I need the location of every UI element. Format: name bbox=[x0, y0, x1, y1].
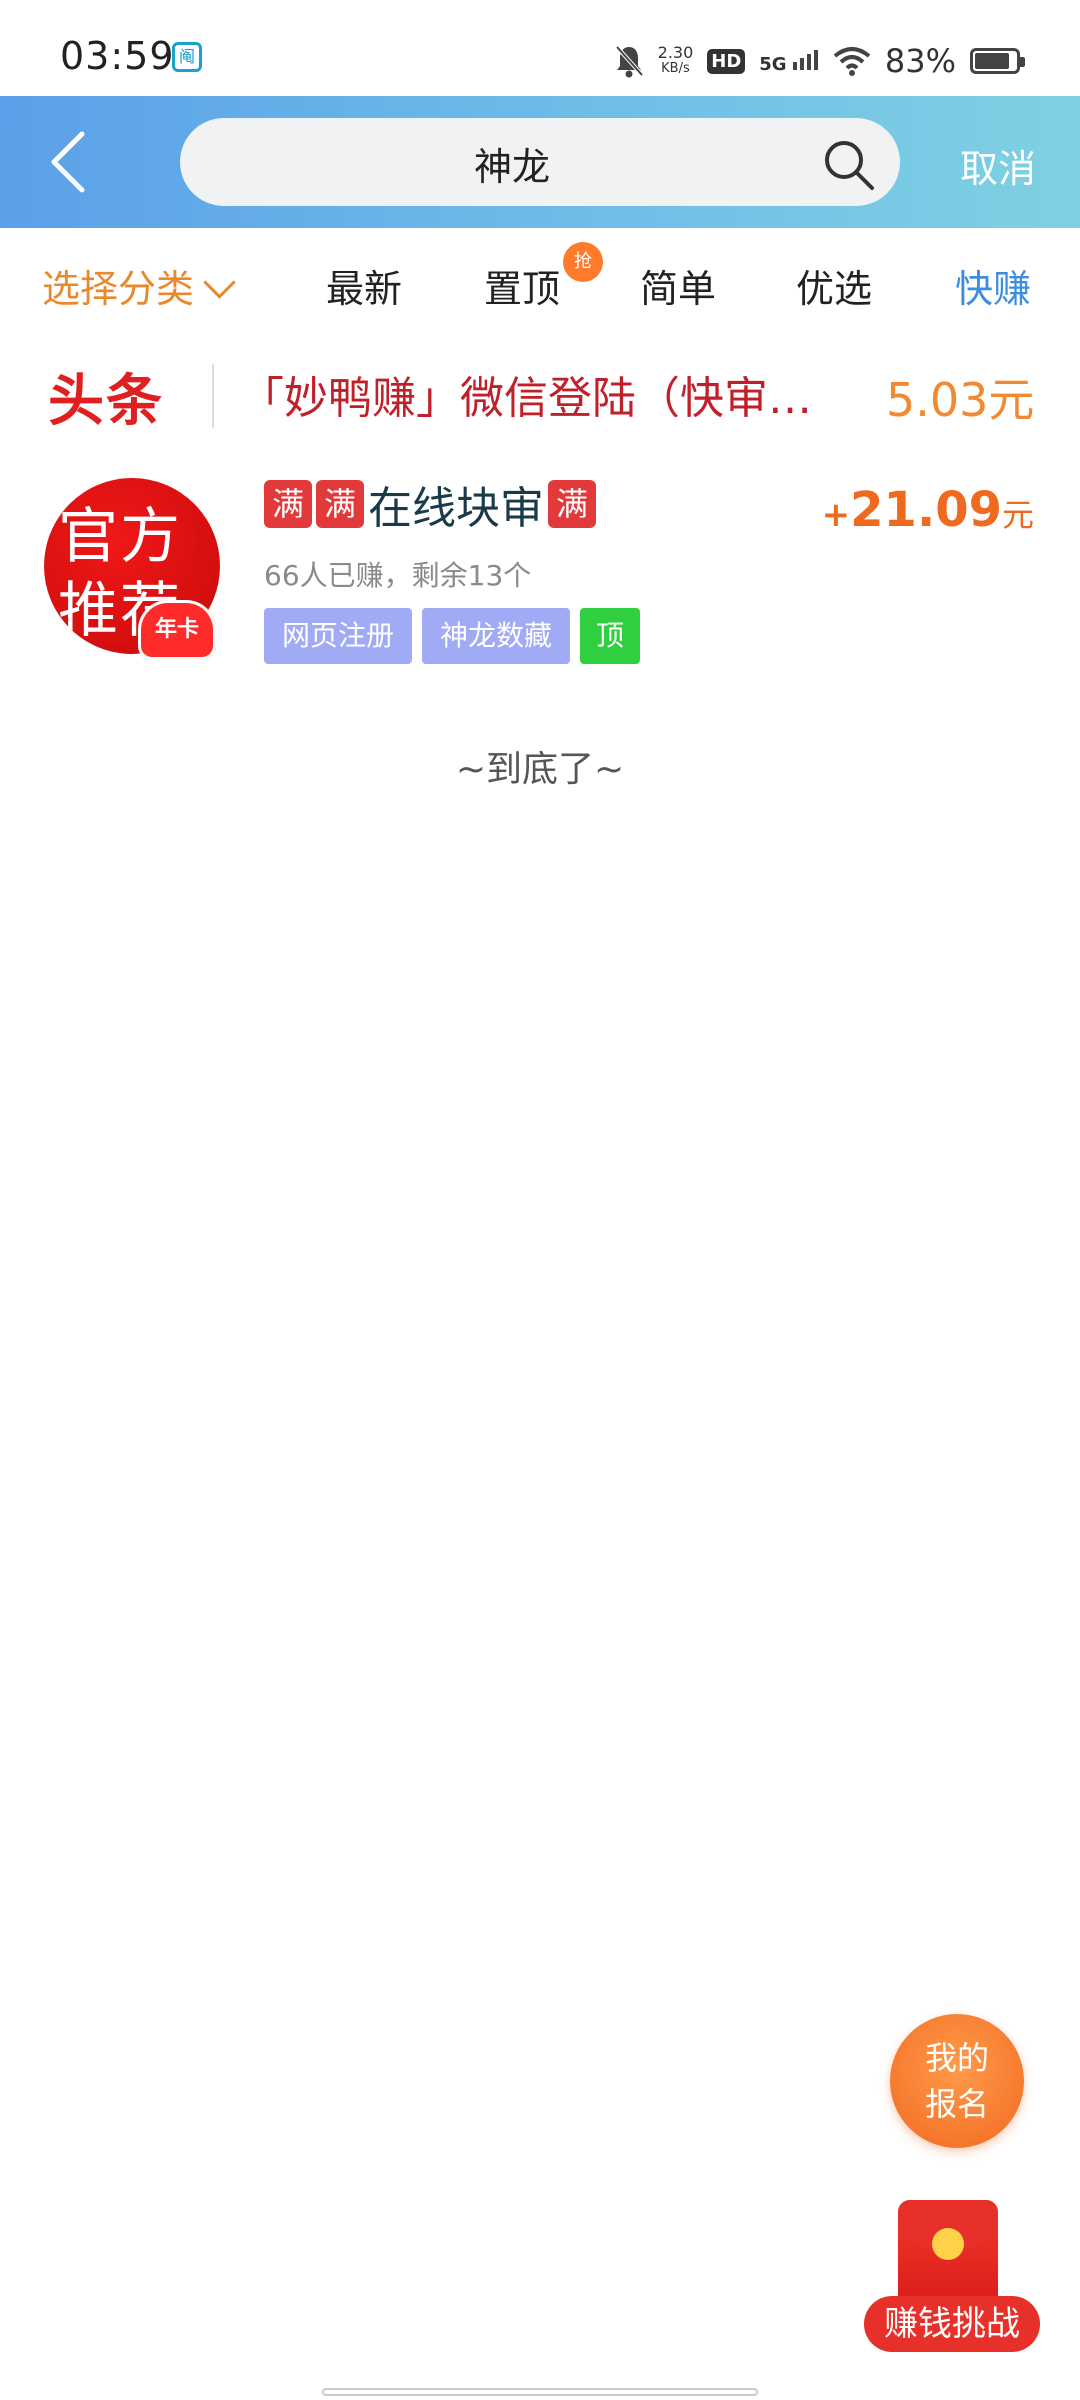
tab-featured[interactable]: 优选 bbox=[796, 258, 872, 313]
net-speed-value: 2.30 bbox=[657, 43, 694, 62]
task-tags: 网页注册 神龙数藏 顶 bbox=[264, 608, 641, 664]
signup-line2: 报名 bbox=[924, 2085, 989, 2123]
headline-amount: 5.03元 bbox=[886, 373, 1035, 427]
headline-banner[interactable]: 头条 「妙鸭赚」微信登陆（快审… 5.03元 bbox=[0, 340, 1080, 440]
signal-icon bbox=[792, 49, 818, 70]
tab-fast[interactable]: 快赚 bbox=[955, 258, 1031, 313]
money-challenge-button[interactable]: 赚钱挑战 bbox=[862, 2196, 1042, 2356]
filter-tabs: 选择分类 最新 置顶 抢 简单 优选 快赚 bbox=[0, 228, 1080, 332]
signup-line1: 我的 bbox=[924, 2039, 989, 2077]
status-bar: 03:59 阄 2.30 KB/s HD 5G 83% bbox=[0, 0, 1080, 96]
tab-category-label: 选择分类 bbox=[42, 267, 195, 311]
my-signup-button[interactable]: 我的 报名 bbox=[890, 2014, 1024, 2148]
tab-pinned[interactable]: 置顶 bbox=[484, 258, 560, 313]
tab-select-category[interactable]: 选择分类 bbox=[42, 258, 236, 313]
badge-man-3: 满 bbox=[548, 480, 596, 528]
headline-divider bbox=[212, 364, 214, 428]
home-indicator[interactable] bbox=[322, 2388, 758, 2396]
task-reward: +21.09元 bbox=[822, 482, 1034, 538]
task-title: 满 满 在线块审 满 bbox=[264, 472, 596, 536]
net-speed: 2.30 KB/s bbox=[658, 45, 694, 77]
back-arrow-icon[interactable] bbox=[36, 126, 108, 198]
chevron-down-icon bbox=[203, 266, 236, 299]
cancel-button[interactable]: 取消 bbox=[960, 138, 1036, 193]
grab-flame-badge: 抢 bbox=[563, 242, 603, 282]
headline-text: 「妙鸭赚」微信登陆（快审… bbox=[240, 373, 812, 424]
end-of-list-text: ~到底了~ bbox=[455, 749, 625, 790]
reward-value: 21.09 bbox=[850, 482, 1002, 538]
tag-top: 顶 bbox=[580, 608, 641, 664]
search-box[interactable] bbox=[180, 118, 900, 208]
tab-simple[interactable]: 简单 bbox=[640, 258, 716, 313]
search-icon[interactable] bbox=[820, 136, 876, 192]
headline-logo: 头条 bbox=[48, 369, 164, 434]
status-icons: 2.30 KB/s HD 5G 83% bbox=[614, 36, 1025, 86]
battery-percent: 83% bbox=[884, 42, 956, 80]
task-title-text: 在线块审 bbox=[368, 483, 544, 534]
badge-man-2: 满 bbox=[316, 480, 364, 528]
task-meta: 66人已赚，剩余13个 bbox=[264, 559, 532, 592]
search-header: 取消 bbox=[0, 96, 1080, 228]
wifi-icon bbox=[833, 47, 871, 76]
hd-icon: HD bbox=[707, 48, 746, 74]
mute-bell-icon bbox=[615, 45, 644, 78]
reward-unit: 元 bbox=[1001, 496, 1034, 534]
reward-plus: + bbox=[821, 495, 851, 535]
challenge-label: 赚钱挑战 bbox=[864, 2296, 1040, 2352]
battery-icon bbox=[970, 48, 1025, 74]
tag-web-register: 网页注册 bbox=[264, 608, 413, 664]
network-5g-icon: 5G bbox=[759, 48, 819, 75]
badge-man-1: 满 bbox=[264, 480, 312, 528]
status-time: 03:59 bbox=[60, 34, 175, 78]
net-speed-unit: KB/s bbox=[661, 61, 690, 76]
search-input[interactable] bbox=[220, 118, 804, 208]
network-type: 5G bbox=[759, 53, 787, 75]
tag-shenlong: 神龙数藏 bbox=[422, 608, 571, 664]
tab-newest[interactable]: 最新 bbox=[326, 258, 402, 313]
app-notification-icon: 阄 bbox=[172, 42, 202, 72]
year-card-badge: 年卡 bbox=[138, 600, 216, 660]
